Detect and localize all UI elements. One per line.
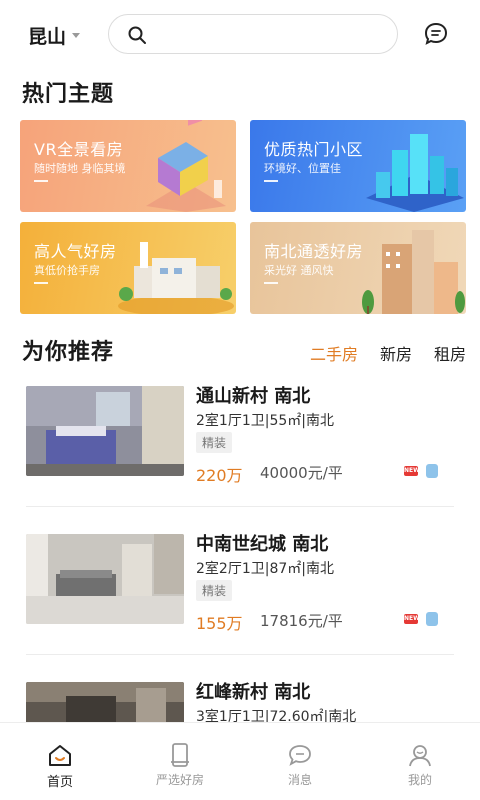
listing-price: 155万 <box>196 614 243 633</box>
card-subtitle: 采光好 通风快 <box>264 264 334 277</box>
listing-name: 通山新村 南北 <box>196 386 311 407</box>
factory-illustration <box>118 242 234 314</box>
tab-second-hand[interactable]: 二手房 <box>310 341 358 365</box>
tab-rental[interactable]: 租房 <box>434 341 466 365</box>
new-badge-icon: NEW <box>404 614 420 624</box>
listing-photo <box>26 386 184 476</box>
listing-name: 红峰新村 南北 <box>196 682 311 703</box>
listing-name: 中南世纪城 南北 <box>196 534 329 555</box>
nav-home[interactable]: 首页 <box>0 723 120 800</box>
listing-spec: 2室2厅1卫|87㎡|南北 <box>196 561 334 577</box>
nav-label: 消息 <box>287 773 312 787</box>
buildings-illustration <box>366 134 464 212</box>
chat-icon <box>289 745 311 766</box>
list-item[interactable]: 中南世纪城 南北 2室2厅1卫|87㎡|南北 精装 155万 17816元/平 … <box>0 530 480 680</box>
listing-tag: 精装 <box>196 580 233 601</box>
nav-messages[interactable]: 消息 <box>240 723 360 800</box>
listing-price: 220万 <box>196 466 243 485</box>
nav-label: 严选好房 <box>155 773 204 787</box>
card-title: VR全景看房 <box>34 140 124 159</box>
new-badge-icon: NEW <box>404 466 420 476</box>
card-divider <box>34 180 48 182</box>
vr-badge-icon <box>426 464 438 478</box>
user-icon <box>409 745 431 767</box>
listing-spec: 2室1厅1卫|55㎡|南北 <box>196 413 334 429</box>
listing-tag: 精装 <box>196 432 233 453</box>
card-vr-tour[interactable]: VR全景看房 随时随地 身临其境 <box>20 120 236 212</box>
recommend-title: 为你推荐 <box>22 340 115 365</box>
list-divider <box>26 654 454 655</box>
card-hot-community[interactable]: 优质热门小区 环境好、位置佳 <box>250 120 466 212</box>
list-item[interactable]: 通山新村 南北 2室1厅1卫|55㎡|南北 精装 220万 40000元/平 N… <box>0 382 480 532</box>
city-selector[interactable]: 昆山 <box>28 22 81 49</box>
bottom-nav: 首页 严选好房 消息 我的 <box>0 722 480 800</box>
towers-illustration <box>362 230 465 314</box>
listing-photo <box>26 534 184 624</box>
card-north-south[interactable]: 南北通透好房 采光好 通风快 <box>250 222 466 314</box>
list-divider <box>26 506 454 507</box>
phone-icon <box>171 743 189 767</box>
card-subtitle: 环境好、位置佳 <box>264 162 341 175</box>
card-title: 南北通透好房 <box>264 242 364 261</box>
nav-label: 首页 <box>46 775 73 790</box>
nav-mine[interactable]: 我的 <box>360 723 480 800</box>
nav-selected-homes[interactable]: 严选好房 <box>120 723 240 800</box>
listing-tabs: 二手房 新房 租房 <box>310 341 466 365</box>
top-bar: 昆山 <box>0 0 480 66</box>
card-divider <box>264 180 278 182</box>
card-title: 优质热门小区 <box>264 140 364 159</box>
card-popular-homes[interactable]: 高人气好房 真低价抢手房 <box>20 222 236 314</box>
vr-badge-icon <box>426 612 438 626</box>
card-divider <box>34 282 48 284</box>
hot-topics-title: 热门主题 <box>22 82 115 107</box>
card-subtitle: 随时随地 身临其境 <box>34 162 126 175</box>
listing-unit-price: 17816元/平 <box>260 612 343 630</box>
caret-down-icon <box>72 33 81 38</box>
search-icon <box>128 26 146 44</box>
nav-label: 我的 <box>407 773 432 787</box>
home-icon <box>49 745 71 766</box>
search-box[interactable] <box>108 14 398 54</box>
tab-new-home[interactable]: 新房 <box>380 341 412 365</box>
listing-unit-price: 40000元/平 <box>260 464 343 482</box>
search-input[interactable] <box>153 21 383 49</box>
vr-phone-illustration <box>146 120 226 212</box>
chat-bubble-icon[interactable] <box>422 20 450 48</box>
card-divider <box>264 282 278 284</box>
card-subtitle: 真低价抢手房 <box>34 264 100 277</box>
city-label: 昆山 <box>28 26 67 48</box>
card-title: 高人气好房 <box>34 242 117 261</box>
